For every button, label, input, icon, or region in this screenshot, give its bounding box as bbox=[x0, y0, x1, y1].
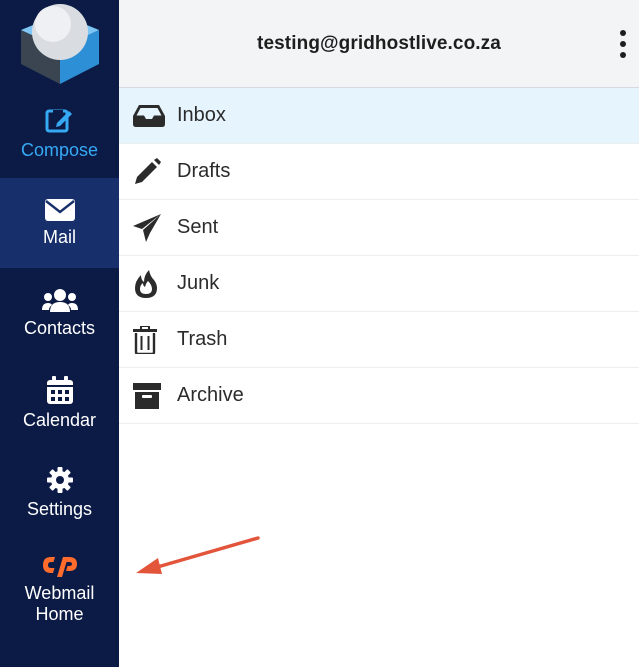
folder-name: Junk bbox=[177, 272, 220, 294]
archive-icon bbox=[133, 382, 167, 410]
folder-archive[interactable]: Archive bbox=[119, 368, 639, 424]
sidebar-item-webmail-home[interactable]: Webmail Home bbox=[0, 538, 119, 640]
roundcube-logo[interactable] bbox=[0, 0, 119, 88]
sidebar-item-label: Contacts bbox=[23, 318, 96, 338]
folder-inbox[interactable]: Inbox bbox=[119, 88, 639, 144]
calendar-icon bbox=[46, 376, 73, 404]
folder-name: Inbox bbox=[177, 104, 226, 126]
folder-sent[interactable]: Sent bbox=[119, 200, 639, 256]
account-email: testing@gridhostlive.co.za bbox=[257, 32, 501, 54]
sidebar-item-compose[interactable]: Compose bbox=[0, 88, 119, 178]
more-options-icon[interactable] bbox=[617, 26, 629, 62]
sidebar-item-calendar[interactable]: Calendar bbox=[0, 358, 119, 448]
folder-name: Drafts bbox=[177, 160, 231, 182]
folder-name: Sent bbox=[177, 216, 219, 238]
folder-name: Archive bbox=[177, 384, 244, 406]
sidebar-item-label: Mail bbox=[42, 227, 76, 247]
envelope-icon bbox=[44, 199, 75, 221]
sidebar-item-label: Settings bbox=[26, 499, 93, 519]
sidebar-item-settings[interactable]: Settings bbox=[0, 448, 119, 538]
folder-trash[interactable]: Trash bbox=[119, 312, 639, 368]
compose-icon bbox=[45, 109, 72, 133]
folder-junk[interactable]: Junk bbox=[119, 256, 639, 312]
inbox-icon bbox=[133, 102, 167, 130]
sidebar-item-mail[interactable]: Mail bbox=[0, 178, 119, 268]
sidebar-item-label: Webmail Home bbox=[24, 583, 95, 624]
account-header: testing@gridhostlive.co.za bbox=[119, 0, 639, 88]
paper-plane-icon bbox=[133, 213, 167, 242]
gear-icon bbox=[46, 467, 73, 493]
trash-icon bbox=[133, 325, 167, 354]
sidebar-item-contacts[interactable]: Contacts bbox=[0, 268, 119, 358]
users-icon bbox=[41, 289, 78, 312]
sidebar-item-label: Calendar bbox=[22, 410, 97, 430]
fire-icon bbox=[133, 269, 167, 298]
folder-list: Inbox Drafts Sent Junk Trash Archive bbox=[119, 88, 639, 424]
cpanel-icon bbox=[42, 557, 77, 577]
webmail-app: Compose Mail Contacts Calendar Settings … bbox=[0, 0, 639, 667]
folder-drafts[interactable]: Drafts bbox=[119, 144, 639, 200]
pencil-icon bbox=[133, 157, 167, 186]
folder-name: Trash bbox=[177, 328, 228, 350]
sidebar-item-label: Compose bbox=[20, 140, 99, 160]
sidebar: Compose Mail Contacts Calendar Settings … bbox=[0, 0, 119, 667]
main-pane: testing@gridhostlive.co.za Inbox Drafts … bbox=[119, 0, 639, 667]
